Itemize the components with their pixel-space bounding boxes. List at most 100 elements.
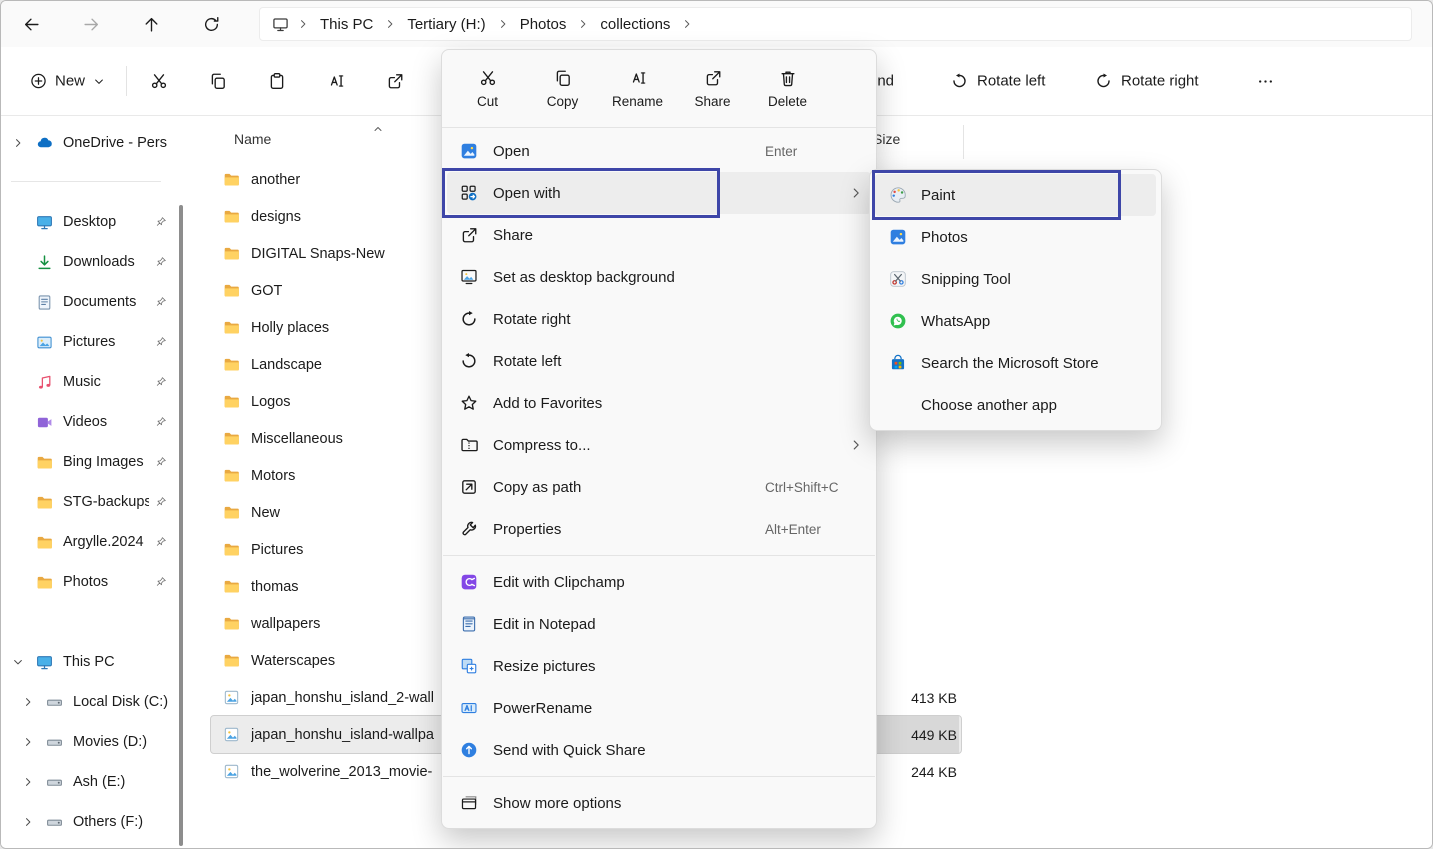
pin-icon [155, 376, 167, 388]
back-button[interactable] [9, 7, 53, 41]
cut-button[interactable] [138, 62, 180, 100]
menu-item-label: Set as desktop background [493, 269, 675, 286]
column-divider[interactable] [963, 125, 964, 159]
file-name: GOT [251, 283, 282, 299]
paste-button[interactable] [256, 62, 298, 100]
rename-button[interactable]: Rename [600, 57, 675, 121]
context-menu-item-set-as-desktop-background[interactable]: Set as desktop background [447, 256, 871, 298]
chevron-right-icon[interactable] [22, 816, 34, 828]
sort-ascending-icon[interactable] [372, 123, 384, 135]
context-menu-item-resize-pictures[interactable]: Resize pictures [447, 645, 871, 687]
copy-icon [209, 72, 227, 90]
sidebar-item-downloads[interactable]: Downloads [5, 243, 173, 281]
sidebar-item-argylle[interactable]: Argylle.2024 [5, 523, 173, 561]
file-name: another [251, 172, 300, 188]
share-button[interactable] [374, 62, 416, 100]
file-name: DIGITAL Snaps-New [251, 246, 385, 262]
sidebar-item-local-disk-c[interactable]: Local Disk (C:) [5, 683, 179, 721]
chevron-right-icon[interactable] [12, 137, 24, 149]
context-menu-item-open[interactable]: Open Enter [447, 130, 871, 172]
copy-button[interactable]: Copy [525, 57, 600, 121]
sidebar-item-ash-e[interactable]: Ash (E:) [5, 763, 179, 801]
scissors-icon [479, 69, 497, 87]
submenu-item-whatsapp[interactable]: WhatsApp [875, 300, 1156, 342]
arrow-up-icon [143, 16, 160, 33]
context-menu-item-open-with[interactable]: Open with [447, 172, 871, 214]
sidebar-item-photos[interactable]: Photos [5, 563, 173, 601]
star-icon [460, 394, 478, 412]
desktop-background-icon [460, 268, 478, 286]
folder-icon [223, 578, 240, 595]
up-button[interactable] [129, 7, 173, 41]
rename-button[interactable] [315, 62, 357, 100]
sidebar-item-others-f[interactable]: Others (F:) [5, 803, 179, 841]
share-button[interactable]: Share [675, 57, 750, 121]
sidebar-item-movies-d[interactable]: Movies (D:) [5, 723, 179, 761]
context-menu-item-send-with-quick-share[interactable]: Send with Quick Share [447, 729, 871, 771]
context-menu-item-edit-with-clipchamp[interactable]: Edit with Clipchamp [447, 561, 871, 603]
submenu-item-snipping-tool[interactable]: Snipping Tool [875, 258, 1156, 300]
context-menu: Cut Copy Rename Share Delete Open Enter … [441, 49, 877, 829]
see-more-button[interactable] [1244, 62, 1286, 100]
file-name: Pictures [251, 542, 303, 558]
file-size: 449 KB [867, 727, 957, 743]
rotate-left-button[interactable]: Rotate left [945, 65, 1051, 98]
context-menu-quick-actions: Cut Copy Rename Share Delete [442, 50, 876, 127]
column-header-name[interactable]: Name [234, 131, 271, 147]
breadcrumb-tertiary-drive[interactable]: Tertiary (H:) [398, 11, 494, 38]
context-menu-item-rotate-right[interactable]: Rotate right [447, 298, 871, 340]
sidebar-item-pictures[interactable]: Pictures [5, 323, 173, 361]
sidebar-item-videos[interactable]: Videos [5, 403, 173, 441]
chevron-right-icon[interactable] [22, 776, 34, 788]
context-menu-item-powerrename[interactable]: PowerRename [447, 687, 871, 729]
context-menu-item-edit-in-notepad[interactable]: Edit in Notepad [447, 603, 871, 645]
delete-button[interactable]: Delete [750, 57, 825, 121]
breadcrumb-collections[interactable]: collections [591, 11, 679, 38]
context-menu-item-properties[interactable]: Properties Alt+Enter [447, 508, 871, 550]
submenu-item-choose-another-app[interactable]: Choose another app [875, 384, 1156, 426]
new-button[interactable]: New [19, 65, 116, 98]
submenu-item-paint[interactable]: Paint [875, 174, 1156, 216]
submenu-item-label: Photos [921, 229, 968, 246]
sidebar-scrollbar[interactable] [179, 205, 183, 846]
sidebar-item-desktop[interactable]: Desktop [5, 203, 173, 241]
sidebar-item-music[interactable]: Music [5, 363, 173, 401]
sidebar-item-onedrive[interactable]: OneDrive - Pers [5, 124, 173, 162]
refresh-button[interactable] [189, 7, 233, 41]
context-menu-item-show-more-options[interactable]: Show more options [447, 782, 871, 824]
context-menu-item-share[interactable]: Share [447, 214, 871, 256]
downloads-icon [36, 254, 53, 271]
microsoft-store-icon [889, 354, 907, 372]
menu-item-label: Open with [493, 185, 561, 202]
sidebar-item-documents[interactable]: Documents [5, 283, 173, 321]
column-header-size[interactable]: Size [873, 131, 900, 147]
breadcrumb-photos[interactable]: Photos [511, 11, 576, 38]
rotate-right-button[interactable]: Rotate right [1089, 65, 1205, 98]
context-menu-item-copy-as-path[interactable]: Copy as path Ctrl+Shift+C [447, 466, 871, 508]
sidebar-item-stg-backups[interactable]: STG-backups [5, 483, 173, 521]
share-icon [460, 226, 478, 244]
context-menu-item-rotate-left[interactable]: Rotate left [447, 340, 871, 382]
sidebar-item-bing-images[interactable]: Bing Images [5, 443, 173, 481]
chevron-right-icon[interactable] [22, 696, 34, 708]
context-menu-item-add-to-favorites[interactable]: Add to Favorites [447, 382, 871, 424]
breadcrumb-this-pc[interactable]: This PC [311, 11, 382, 38]
rename-icon [629, 69, 647, 87]
address-bar[interactable]: This PC Tertiary (H:) Photos collections [259, 7, 1412, 41]
chevron-right-icon[interactable] [22, 736, 34, 748]
sidebar-item-this-pc[interactable]: This PC [5, 643, 173, 681]
chevron-right-icon [497, 18, 509, 30]
forward-button[interactable] [69, 7, 113, 41]
context-menu-item-compress-to[interactable]: Compress to... [447, 424, 871, 466]
chevron-down-icon[interactable] [12, 656, 24, 668]
cut-button[interactable]: Cut [450, 57, 525, 121]
menu-item-label: Share [493, 227, 533, 244]
submenu-item-label: Paint [921, 187, 955, 204]
image-file-icon [223, 689, 240, 706]
image-file-icon [223, 763, 240, 780]
copy-button[interactable] [197, 62, 239, 100]
submenu-item-search-microsoft-store[interactable]: Search the Microsoft Store [875, 342, 1156, 384]
folder-icon [36, 574, 53, 591]
folder-icon [223, 245, 240, 262]
submenu-item-photos[interactable]: Photos [875, 216, 1156, 258]
